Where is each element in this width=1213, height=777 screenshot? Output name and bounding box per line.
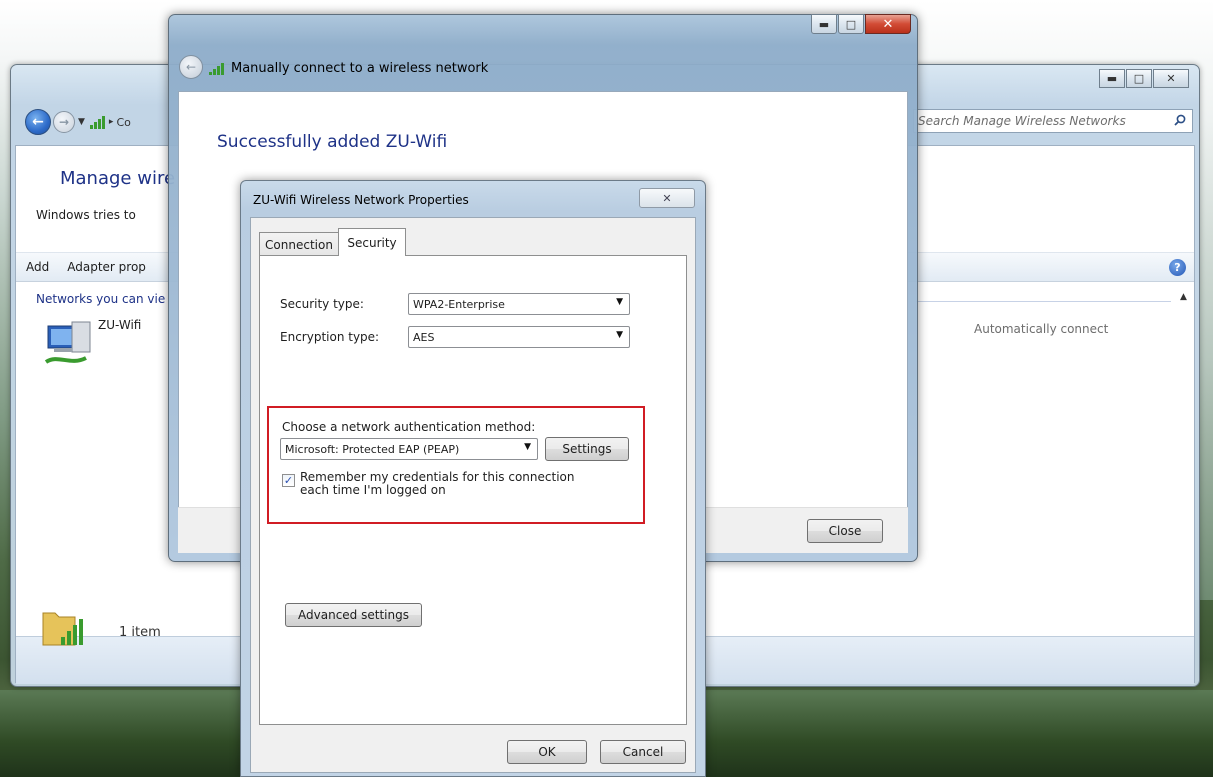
security-type-value: WPA2-Enterprise xyxy=(413,297,505,311)
encryption-type-value: AES xyxy=(413,330,435,344)
wireless-signal-icon xyxy=(89,115,106,129)
tab-connection[interactable]: Connection xyxy=(259,232,339,256)
wireless-signal-icon xyxy=(209,61,227,75)
minimize-button[interactable]: ▬ xyxy=(811,14,837,34)
tab-security[interactable]: Security xyxy=(338,228,406,256)
auto-connect-label: Automatically connect xyxy=(974,322,1109,336)
dialog-close-button[interactable]: ✕ xyxy=(639,188,695,208)
item-count: 1 item xyxy=(119,625,161,640)
address-breadcrumb[interactable]: Co xyxy=(116,116,130,129)
auth-method-label: Choose a network authentication method: xyxy=(282,420,536,434)
folder-signal-icon xyxy=(42,612,83,646)
minimize-button[interactable]: ▬ xyxy=(1099,69,1125,88)
security-type-select[interactable]: WPA2-Enterprise ▼ xyxy=(408,293,630,315)
collapse-group-icon[interactable]: ▲ xyxy=(1180,292,1187,302)
network-item-zu-wifi[interactable]: ZU-Wifi xyxy=(98,318,141,332)
advanced-settings-button[interactable]: Advanced settings xyxy=(285,603,422,627)
help-icon[interactable]: ? xyxy=(1169,259,1186,276)
networks-group-header: Networks you can vie xyxy=(36,292,166,306)
chevron-down-icon: ▼ xyxy=(524,442,531,452)
ok-button[interactable]: OK xyxy=(507,740,587,764)
success-message: Successfully added ZU-Wifi xyxy=(217,132,448,152)
forward-arrow-icon[interactable]: → xyxy=(53,111,75,133)
breadcrumb-separator: ▸ xyxy=(108,117,114,127)
page-description: Windows tries to xyxy=(36,208,136,222)
remember-credentials-label[interactable]: Remember my credentials for this connect… xyxy=(300,471,600,497)
back-arrow-icon[interactable]: ← xyxy=(179,55,203,79)
adapter-properties-button[interactable]: Adapter prop xyxy=(67,260,146,274)
maximize-button[interactable]: □ xyxy=(838,14,864,34)
search-input[interactable]: Search Manage Wireless Networks xyxy=(913,109,1193,133)
window-title: Manually connect to a wireless network xyxy=(231,61,489,76)
close-window-button[interactable]: ✕ xyxy=(865,14,911,34)
recent-pages-dropdown[interactable]: ▼ xyxy=(78,117,85,127)
remember-credentials-checkbox[interactable]: ✓ xyxy=(282,474,295,487)
auth-method-select[interactable]: Microsoft: Protected EAP (PEAP) ▼ xyxy=(280,438,538,460)
close-window-button[interactable]: ✕ xyxy=(1153,69,1189,88)
encryption-type-select[interactable]: AES ▼ xyxy=(408,326,630,348)
mid-window-caption-buttons: ▬ □ ✕ xyxy=(810,14,911,34)
dialog-title: ZU-Wifi Wireless Network Properties xyxy=(253,193,469,207)
cancel-button[interactable]: Cancel xyxy=(600,740,686,764)
search-icon[interactable] xyxy=(1174,114,1186,126)
search-placeholder: Search Manage Wireless Networks xyxy=(918,114,1126,128)
settings-button[interactable]: Settings xyxy=(545,437,629,461)
chevron-down-icon: ▼ xyxy=(616,330,623,340)
back-arrow-icon[interactable]: ← xyxy=(25,109,51,135)
add-button[interactable]: Add xyxy=(26,260,49,274)
network-computer-icon xyxy=(44,321,91,364)
back-window-caption-buttons: ▬ □ ✕ xyxy=(1098,69,1189,88)
auth-method-value: Microsoft: Protected EAP (PEAP) xyxy=(285,442,460,456)
navigation-bar: ← → ▼ ▸ Co xyxy=(25,109,131,135)
chevron-down-icon: ▼ xyxy=(616,297,623,307)
close-button[interactable]: Close xyxy=(807,519,883,543)
page-title: Manage wire xyxy=(60,168,176,189)
security-type-label: Security type: xyxy=(280,297,364,311)
encryption-type-label: Encryption type: xyxy=(280,330,380,344)
group-divider xyxy=(916,301,1171,302)
maximize-button[interactable]: □ xyxy=(1126,69,1152,88)
